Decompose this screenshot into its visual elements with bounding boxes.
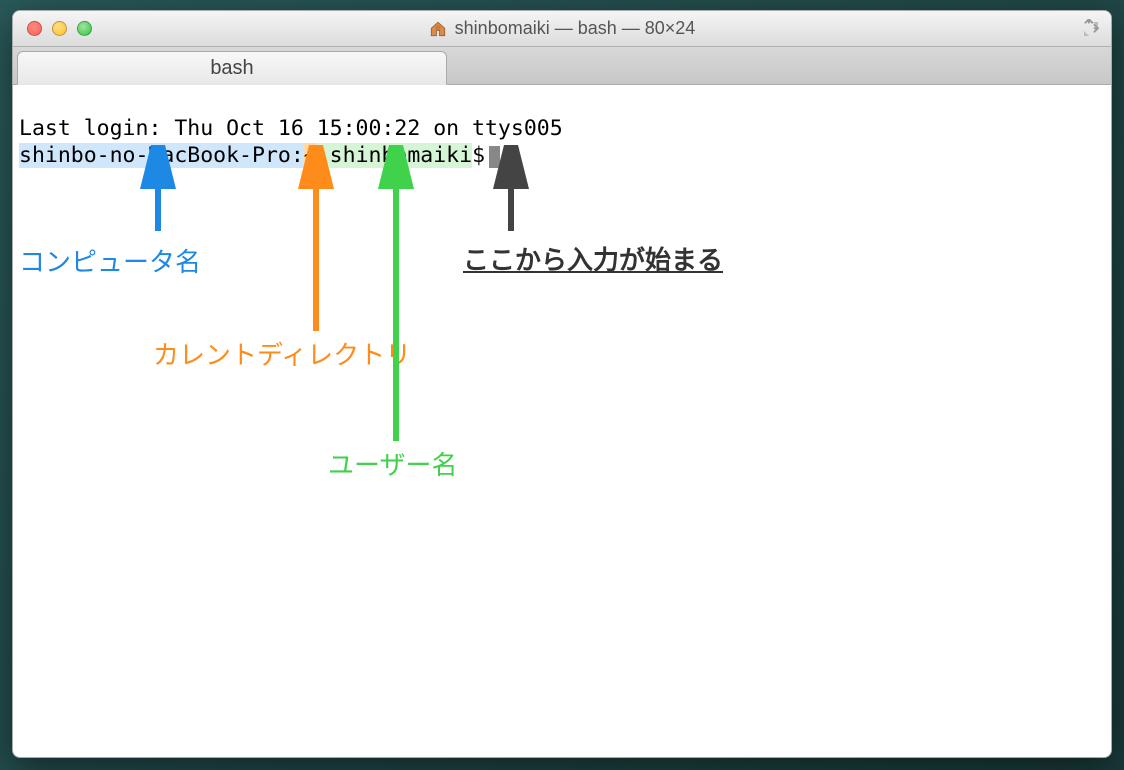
terminal-body[interactable]: Last login: Thu Oct 16 15:00:22 on ttys0… <box>13 85 1111 757</box>
tab-bar: bash <box>13 47 1111 85</box>
label-user: ユーザー名 <box>328 450 457 483</box>
terminal-window: shinbomaiki — bash — 80×24 bash Last log… <box>12 10 1112 758</box>
prompt-user: shinbomaiki <box>317 143 472 168</box>
home-icon <box>429 20 447 38</box>
tab-bash[interactable]: bash <box>17 51 447 85</box>
label-input: ここから入力が始まる <box>463 245 723 278</box>
prompt-dir: ~ <box>304 143 317 168</box>
label-computer: コンピュータ名 <box>19 247 201 280</box>
close-button[interactable] <box>27 21 42 36</box>
label-dir: カレントディレクトリ <box>153 340 411 373</box>
traffic-lights <box>13 21 92 36</box>
window-title: shinbomaiki — bash — 80×24 <box>13 18 1111 39</box>
prompt-symbol: $ <box>472 143 485 168</box>
tab-label: bash <box>210 57 253 80</box>
last-login-line: Last login: Thu Oct 16 15:00:22 on ttys0… <box>19 116 563 141</box>
minimize-button[interactable] <box>52 21 67 36</box>
arrow-user <box>376 145 416 445</box>
fullscreen-icon[interactable] <box>1081 19 1101 39</box>
window-title-text: shinbomaiki — bash — 80×24 <box>455 18 696 39</box>
annotations-overlay: コンピュータ名 カレントディレクトリ ユーザー名 ここから入力が始まる <box>13 85 1111 757</box>
window-titlebar: shinbomaiki — bash — 80×24 <box>13 11 1111 47</box>
zoom-button[interactable] <box>77 21 92 36</box>
cursor <box>489 146 500 168</box>
arrow-dir <box>296 145 336 335</box>
prompt-computer: shinbo-no-MacBook-Pro: <box>19 143 304 168</box>
